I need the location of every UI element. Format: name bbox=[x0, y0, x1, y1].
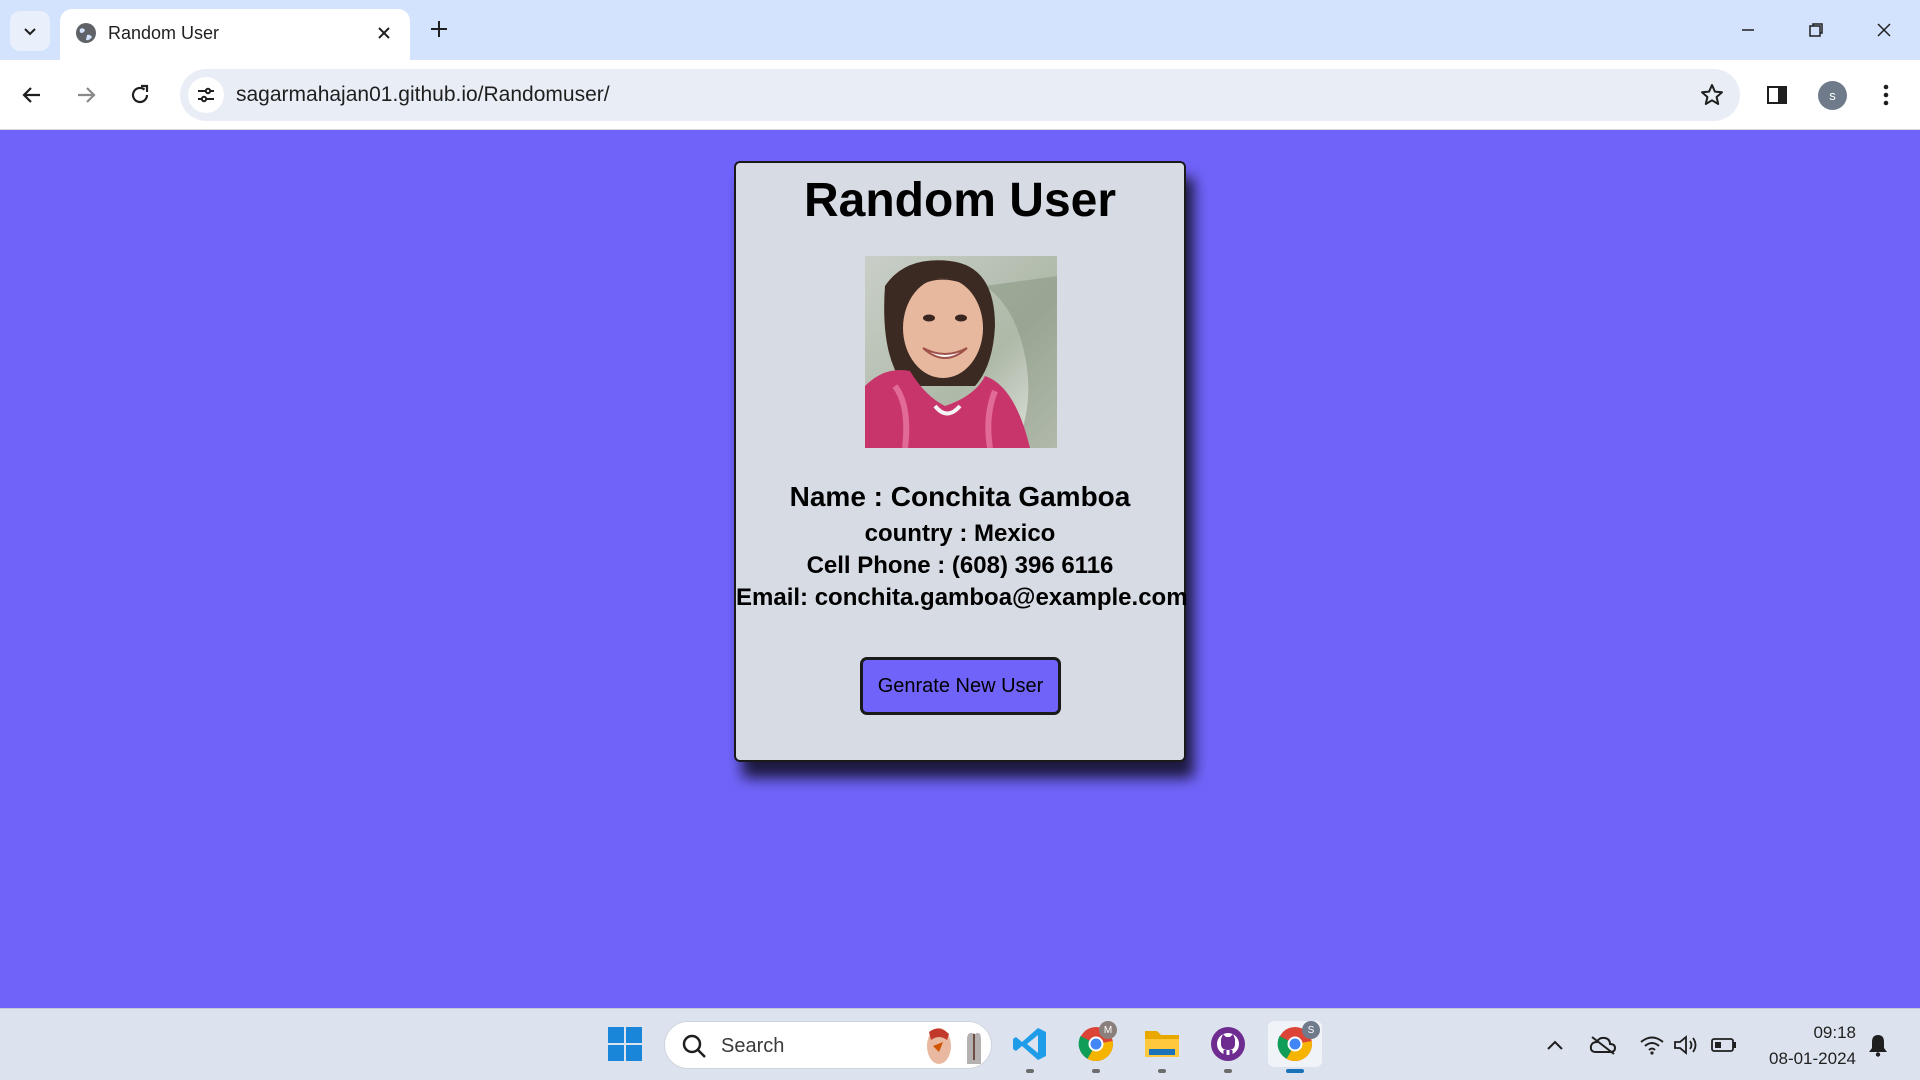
taskbar: Search M S 09:18 08-01-2024 bbox=[0, 1008, 1920, 1080]
chevron-down-icon bbox=[24, 28, 36, 36]
profile-badge: S bbox=[1302, 1021, 1320, 1039]
restore-button[interactable] bbox=[1796, 12, 1836, 48]
reload-icon bbox=[131, 84, 149, 104]
user-photo bbox=[865, 256, 1057, 448]
site-info-button[interactable] bbox=[188, 77, 224, 113]
bell-icon bbox=[1869, 1035, 1887, 1057]
taskbar-chrome-1[interactable]: M bbox=[1073, 1021, 1119, 1073]
tune-icon bbox=[198, 87, 214, 103]
side-panel-icon bbox=[1767, 86, 1787, 104]
user-photo-image bbox=[865, 256, 1057, 448]
user-phone: Cell Phone : (608) 396 6116 bbox=[806, 552, 1114, 579]
onedrive-tray[interactable] bbox=[1589, 1031, 1617, 1059]
user-country: country : Mexico bbox=[864, 520, 1056, 547]
github-icon bbox=[1211, 1027, 1245, 1061]
bookmark-button[interactable] bbox=[1698, 81, 1726, 109]
running-indicator bbox=[1158, 1069, 1166, 1073]
close-icon bbox=[1877, 23, 1891, 37]
new-tab-button[interactable] bbox=[424, 14, 454, 44]
battery-tray[interactable] bbox=[1710, 1031, 1738, 1059]
reload-button[interactable] bbox=[120, 75, 160, 115]
volume-tray[interactable] bbox=[1672, 1031, 1700, 1059]
browser-toolbar: sagarmahajan01.github.io/Randomuser/ s bbox=[0, 60, 1920, 130]
running-indicator bbox=[1026, 1069, 1034, 1073]
notifications-button[interactable] bbox=[1864, 1031, 1892, 1059]
tab-title: Random User bbox=[108, 23, 220, 43]
vscode-icon bbox=[1013, 1028, 1046, 1060]
running-indicator bbox=[1092, 1069, 1100, 1073]
search-highlight-art-icon bbox=[927, 1028, 981, 1064]
taskbar-clock-date[interactable]: 08-01-2024 bbox=[1756, 1049, 1856, 1069]
star-icon bbox=[1701, 84, 1723, 105]
chevron-up-icon bbox=[1547, 1040, 1563, 1050]
taskbar-vscode[interactable] bbox=[1007, 1021, 1053, 1073]
tab-search-button[interactable] bbox=[10, 11, 50, 51]
taskbar-github-desktop[interactable] bbox=[1205, 1021, 1251, 1073]
minimize-icon bbox=[1742, 29, 1754, 31]
side-panel-button[interactable] bbox=[1762, 80, 1792, 110]
battery-icon bbox=[1711, 1038, 1736, 1052]
start-button[interactable] bbox=[602, 1021, 648, 1067]
browser-menu-button[interactable] bbox=[1872, 80, 1900, 110]
active-indicator bbox=[1286, 1069, 1304, 1073]
cloud-offline-icon bbox=[1589, 1036, 1617, 1055]
volume-icon bbox=[1674, 1035, 1697, 1055]
arrow-left-icon bbox=[22, 87, 40, 103]
url-text[interactable]: sagarmahajan01.github.io/Randomuser/ bbox=[236, 83, 610, 107]
tab-close-button[interactable] bbox=[372, 21, 396, 45]
profile-avatar[interactable]: s bbox=[1818, 81, 1847, 110]
wifi-tray[interactable] bbox=[1638, 1031, 1666, 1059]
browser-tab[interactable]: Random User bbox=[60, 9, 410, 60]
user-email: Email: conchita.gamboa@example.com bbox=[736, 584, 1188, 611]
taskbar-file-explorer[interactable] bbox=[1139, 1021, 1185, 1073]
taskbar-search[interactable]: Search bbox=[664, 1021, 992, 1069]
page-title: Random User bbox=[803, 174, 1117, 227]
globe-icon bbox=[76, 23, 96, 43]
profile-badge: M bbox=[1099, 1021, 1117, 1039]
forward-button[interactable] bbox=[66, 75, 106, 115]
generate-new-user-button[interactable]: Genrate New User bbox=[860, 657, 1061, 715]
minimize-button[interactable] bbox=[1728, 12, 1768, 48]
show-hidden-icons-button[interactable] bbox=[1541, 1031, 1569, 1059]
browser-tab-strip: Random User bbox=[0, 0, 1920, 60]
window-close-button[interactable] bbox=[1864, 12, 1904, 48]
taskbar-chrome-2[interactable]: S bbox=[1268, 1021, 1322, 1073]
windows-logo-icon bbox=[608, 1027, 642, 1061]
running-indicator bbox=[1224, 1069, 1232, 1073]
taskbar-clock-time[interactable]: 09:18 bbox=[1800, 1023, 1856, 1043]
user-name: Name : Conchita Gamboa bbox=[789, 481, 1131, 512]
folder-icon bbox=[1145, 1031, 1179, 1057]
taskbar-search-placeholder: Search bbox=[721, 1035, 785, 1057]
plus-icon bbox=[431, 21, 447, 37]
arrow-right-icon bbox=[78, 87, 96, 103]
address-bar[interactable]: sagarmahajan01.github.io/Randomuser/ bbox=[180, 69, 1740, 121]
wifi-icon bbox=[1640, 1036, 1664, 1055]
search-icon bbox=[682, 1034, 706, 1058]
restore-icon bbox=[1809, 23, 1823, 37]
more-vert-icon bbox=[1883, 84, 1889, 106]
back-button[interactable] bbox=[12, 75, 52, 115]
close-icon bbox=[378, 27, 390, 39]
user-card: Random User Name : Conchita Gamboa count… bbox=[734, 161, 1188, 762]
